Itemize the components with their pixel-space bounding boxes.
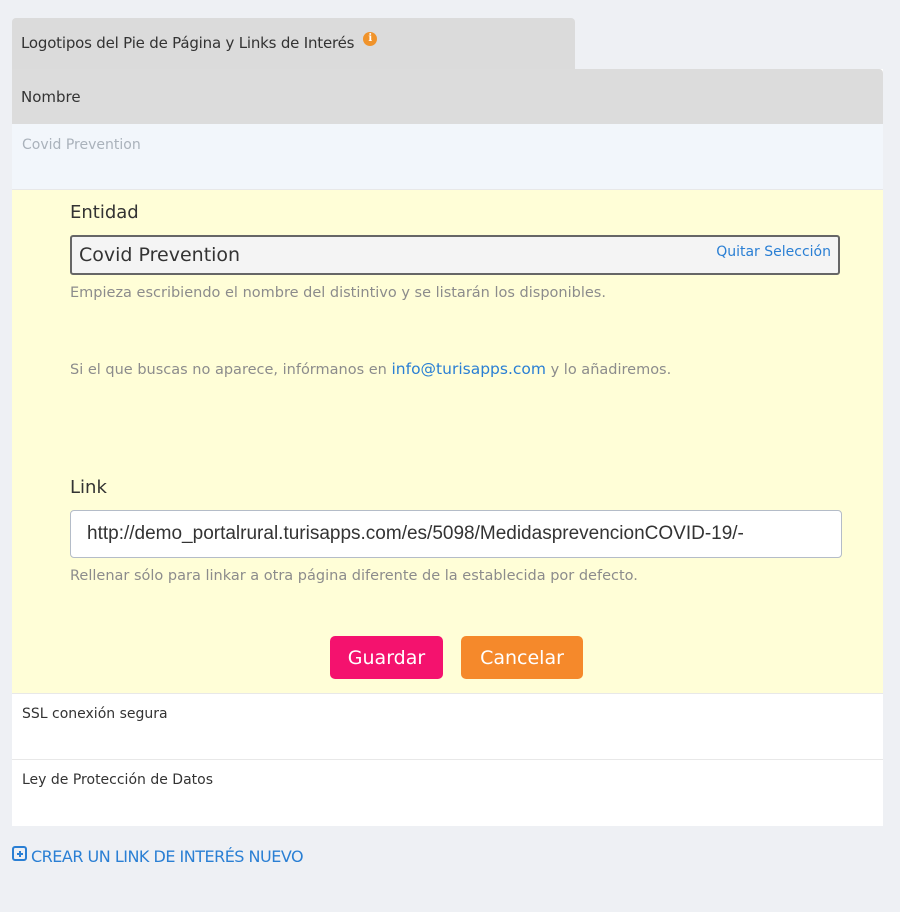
row-name: Ley de Protección de Datos <box>22 772 213 788</box>
cancel-button[interactable]: Cancelar <box>461 636 583 679</box>
link-label: Link <box>70 477 107 498</box>
table-row-selected[interactable]: Covid Prevention <box>12 124 883 190</box>
contact-text-before: Si el que buscas no aparece, infórmanos … <box>70 362 387 378</box>
link-help-text: Rellenar sólo para linkar a otra página … <box>70 568 638 584</box>
entity-field[interactable]: Covid Prevention Quitar Selección <box>70 235 840 275</box>
section-title: Logotipos del Pie de Página y Links de I… <box>21 33 355 52</box>
contact-help-text: Si el que buscas no aparece, infórmanos … <box>70 360 671 378</box>
entity-help-text: Empieza escribiendo el nombre del distin… <box>70 285 606 301</box>
plus-square-icon <box>12 846 27 861</box>
row-name: Covid Prevention <box>22 137 141 153</box>
links-panel: Nombre Covid Prevention Entidad Covid Pr… <box>12 69 883 826</box>
save-button[interactable]: Guardar <box>330 636 443 679</box>
row-name: SSL conexión segura <box>22 706 168 722</box>
table-row[interactable]: Ley de Protección de Datos <box>12 759 883 825</box>
create-link-label: CREAR UN LINK DE INTERÉS NUEVO <box>31 847 304 866</box>
contact-email-link[interactable]: info@turisapps.com <box>391 360 546 378</box>
table-row[interactable]: SSL conexión segura <box>12 693 883 759</box>
section-tab-header: Logotipos del Pie de Página y Links de I… <box>12 18 575 69</box>
entity-label: Entidad <box>70 202 139 223</box>
contact-text-after: y lo añadiremos. <box>550 362 672 378</box>
column-header-nombre: Nombre <box>12 69 883 124</box>
create-link-button[interactable]: CREAR UN LINK DE INTERÉS NUEVO <box>12 846 304 866</box>
entity-value: Covid Prevention <box>79 244 241 266</box>
clear-selection-link[interactable]: Quitar Selección <box>716 244 831 260</box>
link-url-input[interactable] <box>70 510 842 558</box>
edit-form: Entidad Covid Prevention Quitar Selecció… <box>12 190 883 693</box>
info-icon[interactable]: i <box>363 31 378 46</box>
